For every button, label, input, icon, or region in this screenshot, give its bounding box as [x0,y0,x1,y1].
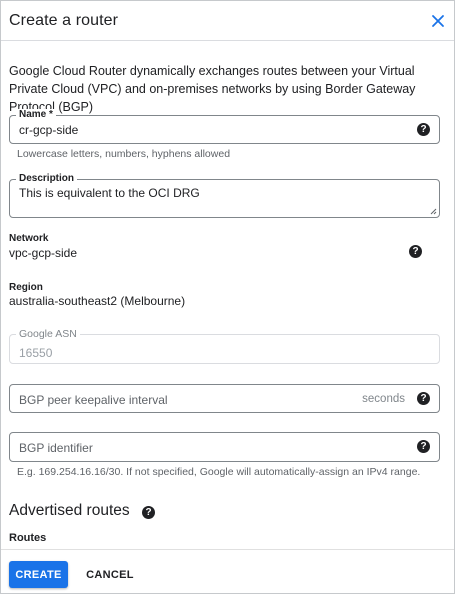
network-label: Network [9,233,49,244]
region-value: australia-southeast2 (Melbourne) [9,294,186,308]
name-field[interactable]: Name * cr-gcp-side ? [9,109,440,144]
name-hint: Lowercase letters, numbers, hyphens allo… [17,148,231,160]
advertised-routes-title: Advertised routes [9,502,130,519]
description-value: This is equivalent to the OCI DRG [19,186,200,200]
advertised-routes-help-icon[interactable]: ? [142,506,155,519]
region-label: Region [9,282,43,293]
keepalive-suffix: seconds [362,393,405,405]
name-value: cr-gcp-side [19,123,79,137]
keepalive-placeholder: BGP peer keepalive interval [19,393,168,407]
create-router-panel: Create a router Google Cloud Router dyna… [0,0,455,594]
description-label: Description [16,173,78,185]
routes-label: Routes [9,532,47,544]
bgp-identifier-hint: E.g. 169.254.16.16/30. If not specified,… [17,466,421,478]
cancel-button[interactable]: CANCEL [81,561,139,588]
description-field[interactable]: Description This is equivalent to the OC… [9,173,440,218]
bgp-identifier-placeholder: BGP identifier [19,441,93,455]
close-icon [432,14,444,27]
panel-header: Create a router [1,1,454,41]
name-label: Name * [16,109,56,121]
asn-value: 16550 [19,346,53,360]
close-button[interactable] [428,11,448,31]
network-value: vpc-gcp-side [9,246,78,260]
keepalive-field[interactable]: BGP peer keepalive interval seconds ? [9,384,440,413]
keepalive-help-icon[interactable]: ? [417,392,430,405]
create-button[interactable]: CREATE [9,561,68,588]
name-help-icon[interactable]: ? [417,123,430,136]
bgp-identifier-field[interactable]: BGP identifier ? [9,432,440,462]
advertised-routes-heading: Advertised routes [9,502,130,520]
network-help-icon[interactable]: ? [409,245,422,258]
intro-text: Google Cloud Router dynamically exchange… [9,64,416,114]
resize-handle-icon[interactable] [430,208,437,215]
bgp-identifier-help-icon[interactable]: ? [417,440,430,453]
asn-field: Google ASN 16550 [9,328,440,364]
panel-title: Create a router [9,11,119,29]
panel-footer: CREATE CANCEL [1,549,454,593]
asn-label: Google ASN [16,328,80,340]
